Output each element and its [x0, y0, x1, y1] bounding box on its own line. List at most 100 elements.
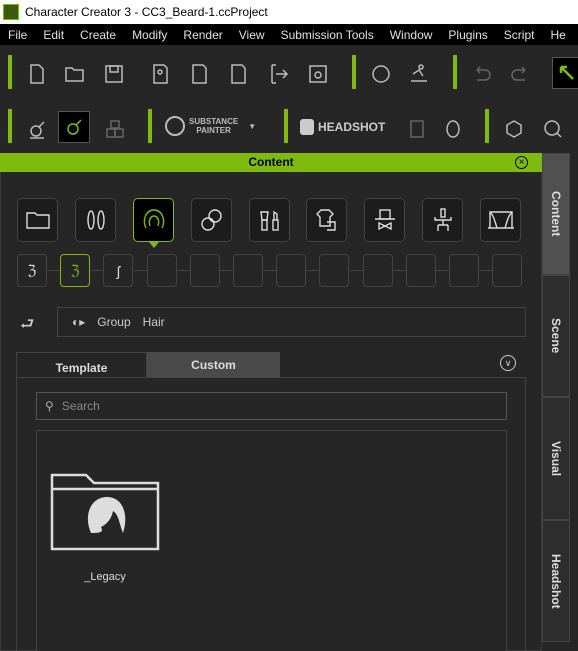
- new-file-icon[interactable]: [24, 61, 50, 87]
- category-skin[interactable]: [191, 198, 232, 242]
- headshot-mask-icon[interactable]: [404, 116, 430, 142]
- category-makeup[interactable]: [249, 198, 290, 242]
- menu-submission-tools[interactable]: Submission Tools: [273, 28, 382, 42]
- toolbar-separator: [485, 109, 489, 143]
- motion-icon[interactable]: [406, 61, 432, 87]
- back-icon[interactable]: ⮐: [20, 313, 34, 340]
- list-item[interactable]: _Legacy: [49, 463, 164, 593]
- toolbar-separator: [148, 109, 152, 143]
- cubes-icon[interactable]: [102, 116, 128, 142]
- menu-plugins[interactable]: Plugins: [440, 28, 495, 42]
- empty-slot[interactable]: [233, 254, 263, 287]
- menu-window[interactable]: Window: [382, 28, 441, 42]
- export-usd-icon[interactable]: [226, 61, 252, 87]
- side-tab-headshot[interactable]: Headshot: [542, 520, 570, 642]
- hair-preset-icon[interactable]: ℨ: [17, 254, 47, 287]
- slot-connector: [220, 270, 233, 271]
- slot-connector: [47, 270, 61, 271]
- menu-file[interactable]: File: [0, 28, 35, 42]
- breadcrumb: ◐▸ Group Hair: [57, 307, 526, 337]
- side-tab-scene[interactable]: Scene: [542, 275, 570, 397]
- side-tab-visual[interactable]: Visual: [542, 397, 570, 520]
- slot-connector: [176, 270, 190, 271]
- category-folder[interactable]: [17, 198, 58, 242]
- smart-gallery-icon[interactable]: [501, 116, 527, 142]
- tab-custom[interactable]: Custom: [147, 352, 280, 378]
- substance-label: SUBSTANCE: [189, 117, 239, 126]
- window-title: Character Creator 3 - CC3_Beard-1.ccProj…: [25, 5, 268, 19]
- hair-builder-icon[interactable]: ℨ: [60, 254, 91, 287]
- export-character-icon[interactable]: [148, 61, 174, 87]
- empty-slot[interactable]: [492, 254, 523, 287]
- breadcrumb-group[interactable]: Group: [97, 315, 130, 329]
- category-cloth[interactable]: [306, 198, 347, 242]
- headshot-logo-icon: [300, 119, 314, 135]
- close-icon[interactable]: ×: [515, 156, 528, 169]
- panel-title: Content: [248, 155, 294, 169]
- empty-slot[interactable]: [146, 254, 177, 287]
- substance-painter-button[interactable]: SUBSTANCE PAINTER ▼: [165, 116, 256, 136]
- redo-icon[interactable]: [507, 61, 533, 87]
- empty-slot[interactable]: [276, 254, 307, 287]
- search-input[interactable]: ⚲ Search: [36, 392, 507, 420]
- motion-icon: [433, 208, 452, 231]
- hair-icon: ◐▸: [72, 315, 86, 329]
- pose-view-icon[interactable]: [58, 111, 90, 143]
- menu-help[interactable]: He: [542, 28, 573, 42]
- slot-connector: [90, 270, 104, 271]
- accessory-icon: [374, 209, 395, 231]
- body-icon: [86, 210, 105, 230]
- empty-slot[interactable]: [189, 254, 220, 287]
- empty-slot[interactable]: [405, 254, 436, 287]
- menu-modify[interactable]: Modify: [124, 28, 175, 42]
- empty-slot[interactable]: [319, 254, 350, 287]
- headshot-label: HEADSHOT: [318, 120, 386, 134]
- hair-smart-icon[interactable]: ʃ: [103, 254, 134, 287]
- select-tool-icon[interactable]: [552, 57, 578, 89]
- slot-connector: [306, 270, 320, 271]
- empty-slot[interactable]: [449, 254, 479, 287]
- dropdown-arrow-icon[interactable]: ▼: [248, 122, 256, 131]
- item-label: _Legacy: [84, 571, 126, 583]
- app-logo-icon: [3, 4, 19, 20]
- slot-connector: [392, 270, 406, 271]
- export-ic-icon[interactable]: [187, 61, 213, 87]
- slot-connector: [349, 270, 363, 271]
- breadcrumb-hair[interactable]: Hair: [143, 315, 165, 329]
- preview-icon[interactable]: [305, 61, 331, 87]
- makeup-icon: [259, 210, 279, 231]
- toolbar-separator: [8, 55, 12, 89]
- item-grid: _Legacy: [36, 430, 507, 651]
- empty-slot[interactable]: [362, 254, 393, 287]
- category-stage[interactable]: [480, 198, 521, 242]
- menu-view[interactable]: View: [231, 28, 273, 42]
- hair-folder-icon: [50, 473, 160, 551]
- export-icon[interactable]: [266, 61, 292, 87]
- open-folder-icon[interactable]: [62, 61, 88, 87]
- tab-template[interactable]: Template: [16, 352, 147, 378]
- side-tab-content[interactable]: Content: [542, 153, 570, 275]
- chevron-down-icon[interactable]: ∨: [500, 355, 516, 371]
- menu-render[interactable]: Render: [175, 28, 230, 42]
- category-accessory[interactable]: [364, 198, 405, 242]
- category-motion[interactable]: [422, 198, 463, 242]
- slot-connector: [263, 270, 277, 271]
- pose-tool-icon[interactable]: [24, 116, 50, 142]
- search-icon: ⚲: [45, 399, 54, 413]
- menu-script[interactable]: Script: [496, 28, 543, 42]
- head-mesh-icon[interactable]: [440, 116, 466, 142]
- menu-edit[interactable]: Edit: [35, 28, 72, 42]
- rotate-object-icon[interactable]: [368, 61, 394, 87]
- painter-label: PAINTER: [196, 126, 231, 135]
- category-hair[interactable]: [133, 198, 174, 242]
- undo-icon[interactable]: [469, 61, 495, 87]
- search-help-icon[interactable]: [540, 116, 566, 142]
- menu-create[interactable]: Create: [72, 28, 124, 42]
- save-icon[interactable]: [101, 61, 127, 87]
- category-body[interactable]: [75, 198, 116, 242]
- slot-connector: [436, 270, 449, 271]
- search-placeholder: Search: [61, 399, 100, 413]
- headshot-button[interactable]: HEADSHOT: [300, 119, 385, 135]
- stage-icon: [487, 211, 514, 229]
- toolbar-separator: [453, 55, 457, 89]
